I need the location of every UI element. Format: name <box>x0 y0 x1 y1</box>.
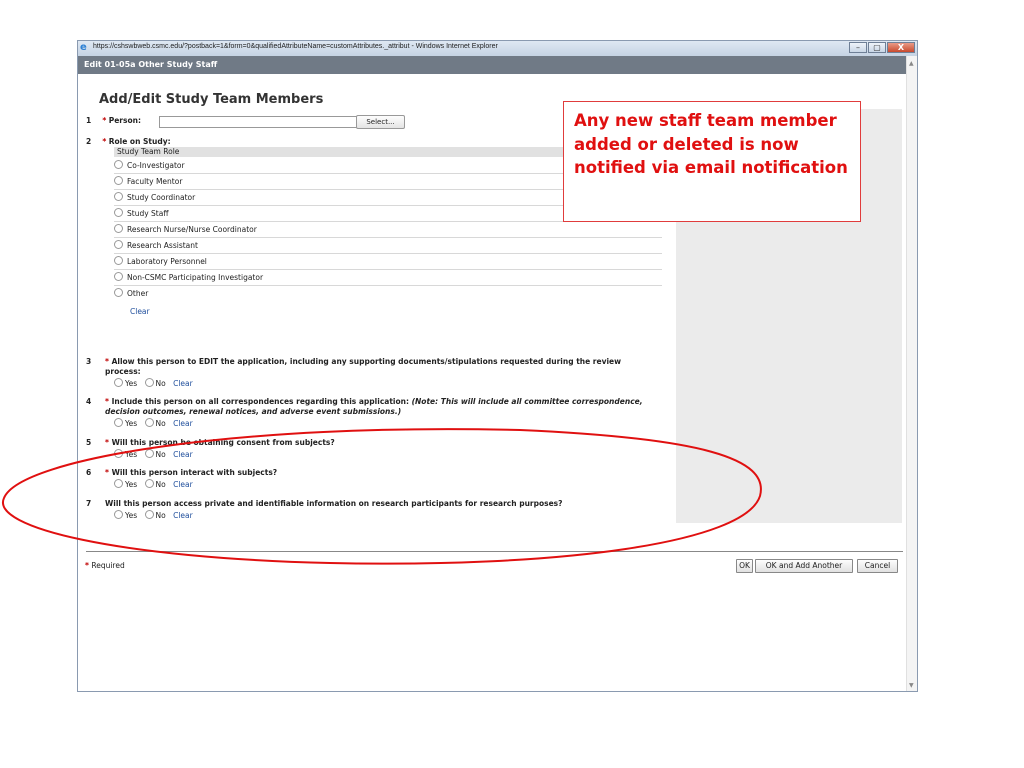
radio-icon[interactable] <box>114 160 123 169</box>
window-controls: – ▢ X <box>848 42 915 54</box>
question-edit: 3 <box>86 357 92 366</box>
vertical-scrollbar[interactable]: ▲ ▼ <box>906 56 917 691</box>
radio-icon[interactable] <box>114 272 123 281</box>
role-option[interactable]: Research Nurse/Nurse Coordinator <box>114 222 662 238</box>
radio-icon[interactable] <box>114 240 123 249</box>
radio-icon[interactable] <box>114 176 123 185</box>
role-clear-link[interactable]: Clear <box>130 307 150 316</box>
highlight-ellipse-stroke <box>1 428 762 565</box>
scroll-up-icon[interactable]: ▲ <box>909 60 914 67</box>
question-person: 1 * Person: <box>86 116 141 125</box>
yes-radio-icon[interactable] <box>114 378 123 387</box>
edit-yes-no: Yes No Clear <box>114 378 193 388</box>
highlight-ellipse <box>1 428 762 565</box>
role-option[interactable]: Other <box>114 286 662 301</box>
close-button[interactable]: X <box>887 42 915 53</box>
radio-icon[interactable] <box>114 208 123 217</box>
radio-icon[interactable] <box>114 288 123 297</box>
radio-icon[interactable] <box>114 256 123 265</box>
question-edit-text: * Allow this person to EDIT the applicat… <box>105 357 622 376</box>
form-title: Add/Edit Study Team Members <box>99 92 324 107</box>
clear-link[interactable]: Clear <box>173 379 193 388</box>
title-bar: e https://cshswbweb.csmc.edu/?postback=1… <box>78 41 917 57</box>
window-title: https://cshswbweb.csmc.edu/?postback=1&f… <box>93 43 498 50</box>
radio-icon[interactable] <box>114 192 123 201</box>
no-radio-icon[interactable] <box>144 378 154 387</box>
scroll-down-icon[interactable]: ▼ <box>909 682 914 689</box>
person-input[interactable] <box>159 116 357 128</box>
cancel-button[interactable]: Cancel <box>857 559 898 573</box>
callout-text: Any new staff team member added or delet… <box>574 111 848 177</box>
maximize-button[interactable]: ▢ <box>868 42 886 53</box>
question-role: 2 * Role on Study: <box>86 137 171 146</box>
role-option[interactable]: Non-CSMC Participating Investigator <box>114 270 662 286</box>
radio-icon[interactable] <box>114 224 123 233</box>
select-person-button[interactable]: Select... <box>356 115 405 129</box>
ie-logo-icon: e <box>80 42 87 53</box>
dialog-title: Edit 01-05a Other Study Staff <box>84 60 218 69</box>
minimize-button[interactable]: – <box>849 42 867 53</box>
role-option[interactable]: Research Assistant <box>114 238 662 254</box>
question-correspondence: 4 <box>86 397 92 406</box>
annotation-callout: Any new staff team member added or delet… <box>563 101 861 222</box>
role-option[interactable]: Laboratory Personnel <box>114 254 662 270</box>
dialog-header: Edit 01-05a Other Study Staff <box>78 56 917 74</box>
question-correspondence-text: * Include this person on all corresponde… <box>105 397 643 416</box>
